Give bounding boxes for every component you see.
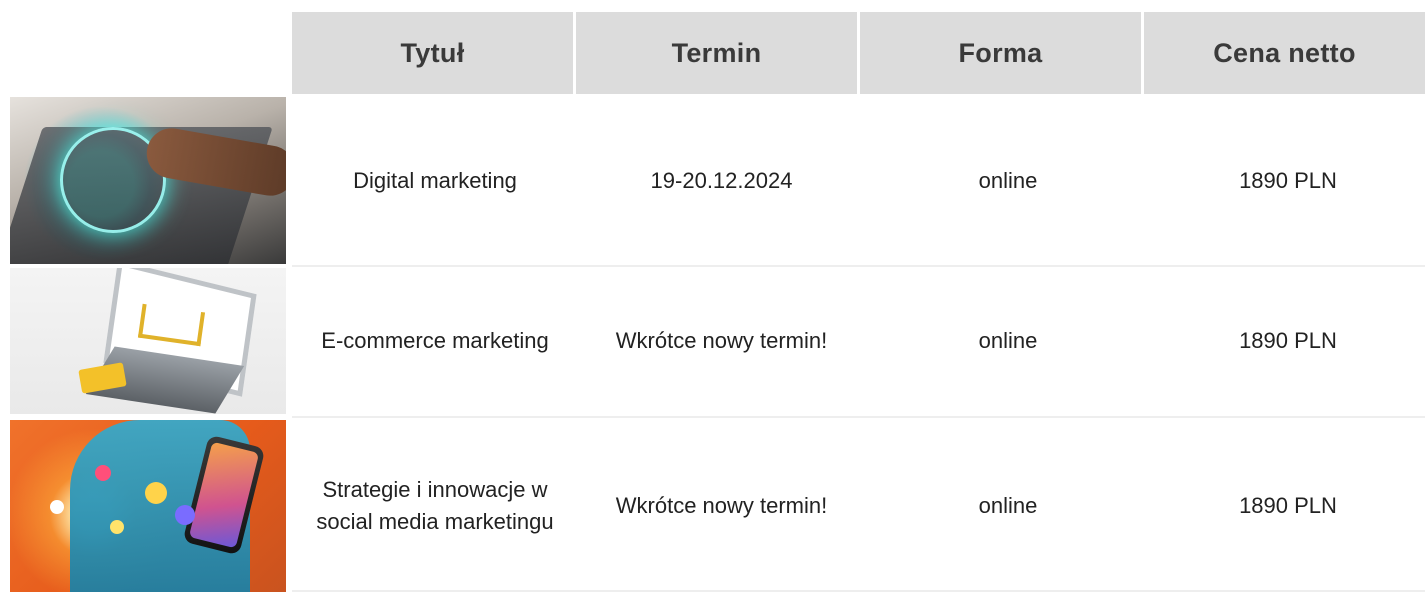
table-row: E-commerce marketing Wkrótce nowy termin… [0,268,1425,414]
course-title[interactable]: Strategie i innowacje w social media mar… [292,420,578,592]
course-form: online [978,167,1038,193]
table-row: Digital marketing 19-20.12.2024 online 1… [0,97,1425,264]
course-date: 19-20.12.2024 [650,167,793,193]
heart-icon [95,465,111,481]
course-title[interactable]: Digital marketing [292,97,578,264]
course-price: 1890 PLN [1239,167,1337,193]
share-icon [50,500,64,514]
course-form: online [978,328,1038,354]
course-image-e-commerce[interactable] [10,268,286,414]
course-image-digital-marketing[interactable] [10,97,286,264]
course-date: Wkrótce nowy termin! [615,328,828,354]
course-form: online [978,493,1038,519]
header-title: Tytuł [292,12,573,94]
row-divider [292,265,1425,267]
course-image-social-media[interactable] [10,420,286,592]
header-date: Termin [576,12,857,94]
course-date: Wkrótce nowy termin! [615,493,828,519]
table-header: Tytuł Termin Forma Cena netto [292,12,1425,94]
header-price: Cena netto [1144,12,1425,94]
table-row: Strategie i innowacje w social media mar… [0,420,1425,592]
globe-icon [145,482,167,504]
course-price: 1890 PLN [1239,493,1337,519]
chat-icon [175,505,195,525]
course-price: 1890 PLN [1239,328,1337,354]
course-title[interactable]: E-commerce marketing [292,268,578,414]
row-divider [292,416,1425,418]
like-icon [110,520,124,534]
header-form: Forma [860,12,1141,94]
